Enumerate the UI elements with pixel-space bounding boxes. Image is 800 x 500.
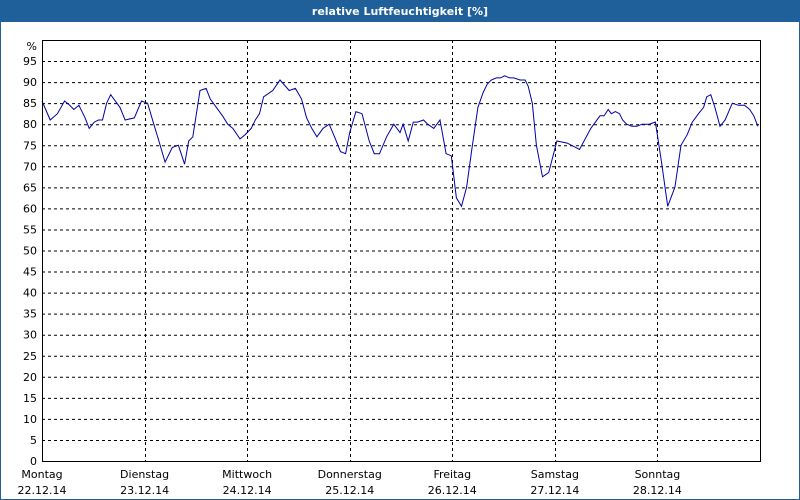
y-tick-label: 70 [23,160,37,173]
grid [42,40,760,461]
y-tick-label: 95 [23,55,37,68]
y-tick-label: 50 [23,245,37,258]
y-tick-label: 55 [23,223,37,236]
y-tick-label: 80 [23,118,37,131]
y-tick-label: 45 [23,266,37,279]
x-tick-date-label: 24.12.14 [223,484,272,497]
humidity-chart: 0 5 10 15 20 25 30 35 40 45 50 55 60 65 70 75 80 85 90 95 M… [18,40,761,497]
y-tick-label: 0 [30,455,37,468]
x-tick-day-label: Dienstag [120,468,169,481]
y-tick-label: 25 [23,350,37,363]
x-tick-date-label: 25.12.14 [325,484,374,497]
y-tick-label: 90 [23,76,37,89]
x-tick-day-label: Samstag [531,468,579,481]
y-tick-label: 85 [23,97,37,110]
y-axis: 0 5 10 15 20 25 30 35 40 45 50 55 60 65 70 75 80 85 90 95 [23,55,37,468]
y-tick-label: 40 [23,287,37,300]
x-tick-date-label: 28.12.14 [633,484,682,497]
x-tick-day-label: Montag [21,468,62,481]
x-tick-date-label: 27.12.14 [530,484,579,497]
y-axis-label: % [27,40,37,53]
x-tick-date-label: 23.12.14 [120,484,169,497]
y-tick-label: 5 [30,434,37,447]
y-tick-label: 10 [23,413,37,426]
x-tick-date-label: 26.12.14 [428,484,477,497]
humidity-series-line [41,75,759,208]
y-tick-label: 65 [23,181,37,194]
x-tick-day-label: Donnerstag [318,468,382,481]
y-tick-label: 60 [23,202,37,215]
y-tick-label: 20 [23,371,37,384]
y-tick-label: 30 [23,329,37,342]
x-axis: Montag 22.12.14 Dienstag 23.12.14 Mittwoch 24… [18,468,682,497]
x-tick-day-label: Sonntag [635,468,681,481]
x-tick-date-label: 22.12.14 [18,484,67,497]
y-tick-label: 75 [23,139,37,152]
x-tick-day-label: Freitag [433,468,471,481]
x-tick-day-label: Mittwoch [222,468,272,481]
y-tick-label: 15 [23,392,37,405]
y-tick-label: 35 [23,308,37,321]
